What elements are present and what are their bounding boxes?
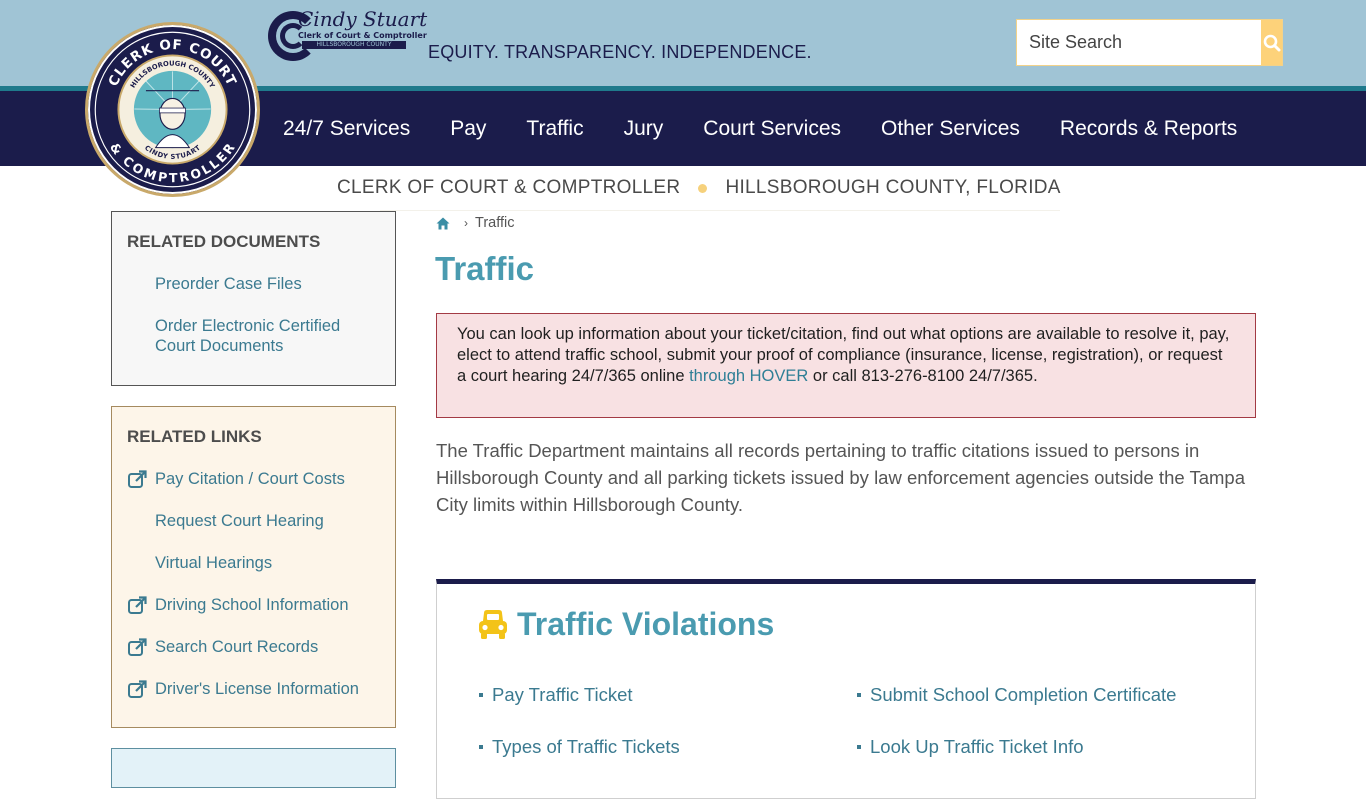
nav-item-pay[interactable]: Pay: [450, 117, 486, 141]
site-search-input[interactable]: [1017, 20, 1261, 65]
nav-item-records-reports[interactable]: Records & Reports: [1060, 117, 1237, 141]
cindy-stuart-brand-logo[interactable]: Cindy Stuart Clerk of Court & Comptrolle…: [268, 9, 408, 65]
card-link-look-up-ticket[interactable]: Look Up Traffic Ticket Info: [857, 736, 1084, 758]
brand-subtitle: Clerk of Court & Comptroller: [298, 31, 427, 40]
seal-graphic: CLERK OF COURT & COMPTROLLER HILLSBOROUG…: [88, 25, 257, 194]
tagline: EQUITY. TRANSPARENCY. INDEPENDENCE.: [428, 42, 812, 63]
subheader-dot-separator: [698, 184, 707, 193]
card-link-submit-school-certificate[interactable]: Submit School Completion Certificate: [857, 684, 1176, 706]
card-link-label: Look Up Traffic Ticket Info: [870, 736, 1084, 758]
related-doc-label: Preorder Case Files: [155, 274, 302, 294]
related-link-label: Search Court Records: [155, 637, 318, 657]
nav-item-court-services[interactable]: Court Services: [703, 117, 841, 141]
related-links-panel: RELATED LINKS Pay Citation / Court Costs…: [111, 406, 396, 728]
brand-name: Cindy Stuart: [298, 7, 427, 31]
external-link-icon: [127, 679, 149, 699]
car-icon: [475, 607, 511, 643]
related-link[interactable]: Request Court Hearing: [127, 511, 380, 531]
brand-county: HILLSBOROUGH COUNTY: [302, 41, 406, 49]
related-link-label: Pay Citation / Court Costs: [155, 469, 345, 489]
card-link-label: Pay Traffic Ticket: [492, 684, 633, 706]
subheader-divider: [380, 210, 1060, 211]
related-link[interactable]: Virtual Hearings: [127, 553, 380, 573]
subheader-county: HILLSBOROUGH COUNTY, FLORIDA: [725, 177, 1060, 199]
search-button[interactable]: [1261, 20, 1282, 65]
nav-item-247-services[interactable]: 24/7 Services: [283, 117, 410, 141]
hover-info-alert: You can look up information about your t…: [436, 313, 1256, 418]
nav-item-jury[interactable]: Jury: [624, 117, 664, 141]
related-documents-panel: RELATED DOCUMENTS Preorder Case Files Or…: [111, 211, 396, 386]
nav-item-traffic[interactable]: Traffic: [526, 117, 583, 141]
external-link-icon: [127, 469, 149, 489]
bullet-icon: [857, 693, 861, 697]
traffic-violations-card: Traffic Violations Pay Traffic Ticket Su…: [436, 579, 1256, 799]
external-link-icon: [127, 595, 149, 615]
related-doc-link[interactable]: Preorder Case Files: [127, 274, 380, 294]
nav-item-other-services[interactable]: Other Services: [881, 117, 1020, 141]
alert-text-after: or call 813-276-8100 24/7/365.: [808, 367, 1037, 385]
card-link-types-of-tickets[interactable]: Types of Traffic Tickets: [479, 736, 680, 758]
breadcrumb-separator: ›: [464, 216, 468, 230]
bullet-icon: [479, 745, 483, 749]
related-doc-label: Order Electronic Certified Court Documen…: [155, 316, 365, 356]
related-link-label: Driving School Information: [155, 595, 349, 615]
related-link[interactable]: Driver's License Information: [127, 679, 380, 699]
hover-link[interactable]: through HOVER: [689, 367, 808, 385]
bullet-icon: [857, 745, 861, 749]
related-links-title: RELATED LINKS: [127, 427, 380, 447]
card-title-text: Traffic Violations: [517, 606, 774, 643]
breadcrumb: › Traffic: [436, 215, 514, 231]
traffic-violations-heading: Traffic Violations: [475, 606, 774, 643]
related-link-label: Driver's License Information: [155, 679, 359, 699]
related-doc-link[interactable]: Order Electronic Certified Court Documen…: [127, 316, 380, 356]
card-link-label: Types of Traffic Tickets: [492, 736, 680, 758]
search-icon: [1262, 33, 1282, 53]
card-link-label: Submit School Completion Certificate: [870, 684, 1176, 706]
card-link-pay-traffic-ticket[interactable]: Pay Traffic Ticket: [479, 684, 633, 706]
related-link-label: Request Court Hearing: [155, 511, 324, 531]
sidebar-info-panel: [111, 748, 396, 788]
clerk-seal-logo[interactable]: CLERK OF COURT & COMPTROLLER HILLSBOROUG…: [85, 22, 260, 197]
page-title: Traffic: [435, 250, 534, 288]
site-search: [1016, 19, 1283, 66]
external-link-icon: [127, 637, 149, 657]
related-documents-title: RELATED DOCUMENTS: [127, 232, 380, 252]
subheader-office: CLERK OF COURT & COMPTROLLER: [337, 177, 680, 199]
home-icon[interactable]: [436, 217, 450, 230]
related-link[interactable]: Search Court Records: [127, 637, 380, 657]
main-nav: 24/7 Services Pay Traffic Jury Court Ser…: [283, 91, 1237, 166]
related-link[interactable]: Driving School Information: [127, 595, 380, 615]
breadcrumb-current: Traffic: [475, 215, 514, 231]
intro-paragraph: The Traffic Department maintains all rec…: [436, 437, 1261, 518]
bullet-icon: [479, 693, 483, 697]
related-link-label: Virtual Hearings: [155, 553, 272, 573]
related-link[interactable]: Pay Citation / Court Costs: [127, 469, 380, 489]
